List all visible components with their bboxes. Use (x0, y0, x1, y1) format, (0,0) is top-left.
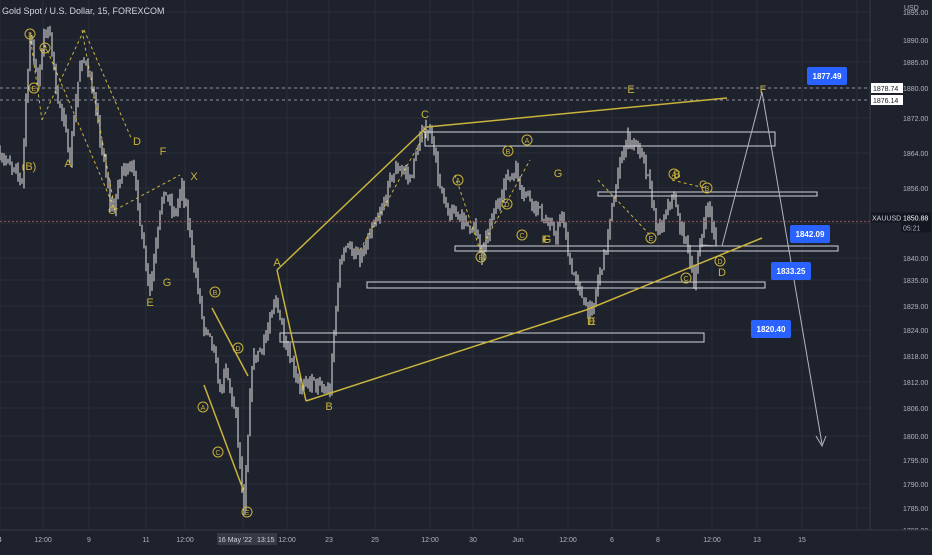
time-axis-tick: 12:00 (34, 537, 52, 544)
price-axis-tick: 1890.00 (903, 38, 928, 45)
circled-wave-label: E (245, 510, 250, 517)
price-axis-tick: 1835.00 (903, 278, 928, 285)
crosshair-time: 13:15 (257, 537, 275, 544)
time-axis-tick: Jun (512, 537, 523, 544)
current-price-text: 1850.88 (903, 215, 928, 222)
price-chart[interactable]: (B) ACDFEGXABCDEFG BCDFEFG3ABACDEBABACDEAB… (0, 0, 932, 550)
price-axis-tick: 1818.00 (903, 354, 928, 361)
circled-wave-label: C (683, 276, 688, 283)
wave-label: F (160, 146, 167, 158)
wave-label: E (627, 84, 634, 96)
time-axis-tick: 23 (325, 537, 333, 544)
time-axis-tick: 12:00 (421, 537, 439, 544)
circled-wave-label: 3 (28, 32, 32, 39)
time-axis-tick: 13 (753, 537, 761, 544)
time-axis-tick: 15 (798, 537, 806, 544)
circled-wave-label: A (43, 46, 48, 53)
price-axis-tick: 1795.00 (903, 458, 928, 465)
price-axis-tick: 1812.00 (903, 380, 928, 387)
circled-wave-label: B (213, 290, 218, 297)
wave-label: (B) (22, 161, 37, 173)
price-axis[interactable] (870, 0, 932, 550)
price-axis-tick: 1864.00 (903, 151, 928, 158)
time-axis-tick: 8 (656, 537, 660, 544)
target-price-text: 1842.09 (796, 230, 825, 239)
circled-wave-label: E (649, 236, 654, 243)
wave-label: G (163, 277, 172, 289)
target-price-text: 1820.40 (757, 325, 786, 334)
time-axis-tick: 12:00 (559, 537, 577, 544)
wave-label: G (543, 234, 552, 246)
price-axis-tick: 1806.00 (903, 406, 928, 413)
crosshair-date: 16 May '22 (218, 537, 252, 544)
circled-wave-label: C (215, 450, 220, 457)
price-tag-text: 1876.14 (873, 98, 898, 105)
price-tag-text: 1878.74 (873, 86, 898, 93)
target-price-text: 1833.25 (777, 267, 806, 276)
time-axis-tick: 12:00 (278, 537, 296, 544)
wave-label: A (64, 158, 72, 170)
chart-area[interactable]: (B) A C D F E G X A B C D E F G B C D F E F G 3 A B A C D E B A B A C D E A B… (0, 0, 932, 550)
circled-wave-label: C (519, 233, 524, 240)
ticker-tag-text: XAUUSD (872, 215, 901, 222)
wave-label: C (108, 205, 116, 217)
target-price-text: 1877.49 (813, 72, 842, 81)
time-axis-tick: 6 (610, 537, 614, 544)
price-axis-tick: 1880.00 (903, 86, 928, 93)
wave-label: F (760, 84, 767, 96)
time-axis-tick: 9 (87, 537, 91, 544)
circled-wave-label: B (506, 149, 511, 156)
wave-label: D (718, 267, 726, 279)
wave-label: D (133, 136, 141, 148)
circled-wave-label: A (456, 178, 461, 185)
time-axis-tick: 12:00 (176, 537, 194, 544)
wave-label: X (190, 171, 198, 183)
wave-label: C (421, 109, 429, 121)
circled-wave-label: D (504, 202, 509, 209)
circled-wave-label: D (717, 259, 722, 266)
time-axis-tick: 30 (469, 537, 477, 544)
time-axis[interactable] (0, 530, 932, 550)
wave-label: G (554, 168, 563, 180)
price-axis-tick: 1829.00 (903, 304, 928, 311)
circled-wave-label: B (479, 255, 484, 262)
wave-label: A (273, 257, 281, 269)
time-axis-tick: 11 (142, 537, 149, 544)
price-axis-tick: 1872.00 (903, 116, 928, 123)
symbol-title[interactable]: Gold Spot / U.S. Dollar, 15, FOREXCOM (2, 6, 165, 16)
price-axis-tick: 1824.00 (903, 328, 928, 335)
price-axis-tick: 1885.00 (903, 60, 928, 67)
circled-wave-label: A (525, 138, 530, 145)
wave-label: B (325, 401, 332, 413)
countdown-text: 05:21 (903, 225, 921, 232)
circled-wave-label: A (672, 172, 677, 179)
circled-wave-label: D (235, 346, 240, 353)
price-axis-tick: 1785.00 (903, 506, 928, 513)
circled-wave-label: A (201, 405, 206, 412)
time-axis-tick: 4 (0, 537, 2, 544)
price-axis-tick: 1840.00 (903, 256, 928, 263)
time-axis-tick: 25 (371, 537, 379, 544)
circled-wave-label: E (32, 86, 37, 93)
time-axis-tick: 12:00 (703, 537, 721, 544)
price-axis-tick: 1856.00 (903, 186, 928, 193)
price-axis-tick: 1895.00 (903, 10, 928, 17)
price-axis-tick: 1790.00 (903, 482, 928, 489)
wave-label: E (146, 297, 153, 309)
circled-wave-label: B (705, 186, 710, 193)
price-axis-tick: 1800.00 (903, 434, 928, 441)
wave-label: E (588, 316, 595, 328)
